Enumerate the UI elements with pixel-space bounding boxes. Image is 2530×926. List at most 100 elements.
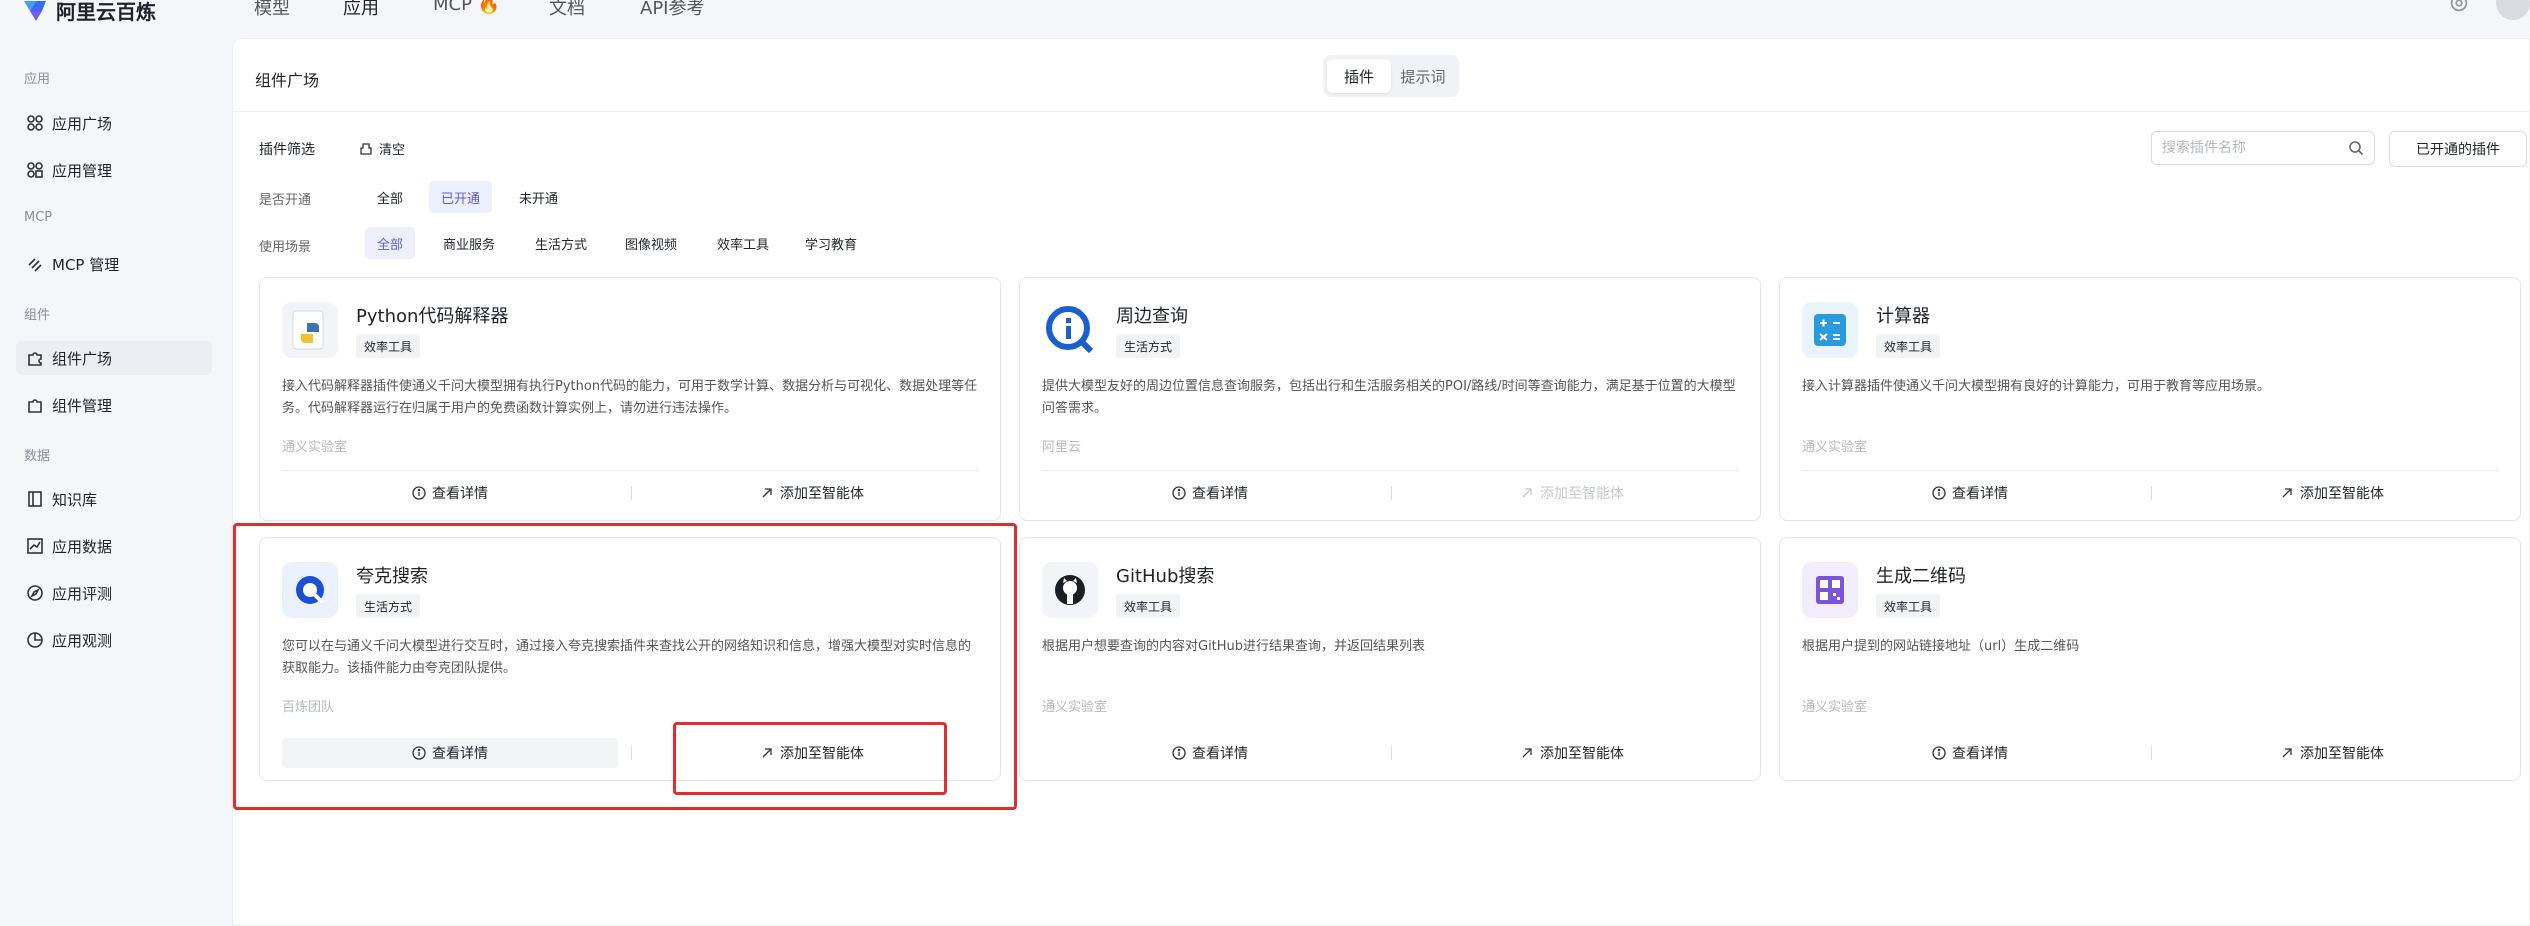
divider xyxy=(1802,470,2500,471)
sidebar-item-app-observe[interactable]: 应用观测 xyxy=(16,623,212,657)
card-title: GitHub搜索 xyxy=(1116,566,1215,587)
plugin-card[interactable]: Python代码解释器 效率工具 接入代码解释器插件使通义千问大模型拥有执行Py… xyxy=(259,277,1001,521)
chip-business[interactable]: 商业服务 xyxy=(431,227,507,259)
chip-all-scene[interactable]: 全部 xyxy=(365,227,416,259)
plugin-card[interactable]: GitHub搜索 效率工具 根据用户想要查询的内容对GitHub进行结果查询，并… xyxy=(1019,537,1761,781)
tab-plugins[interactable]: 插件 xyxy=(1327,59,1391,93)
plugin-card[interactable]: 生成二维码 效率工具 根据用户提到的网站链接地址（url）生成二维码 通义实验室… xyxy=(1779,537,2521,781)
view-details-label: 查看详情 xyxy=(1192,746,1248,762)
filter-row-label: 是否开通 xyxy=(259,193,312,208)
sidebar-item-app-square[interactable]: 应用广场 xyxy=(16,106,212,140)
apps-manage-icon xyxy=(27,162,43,178)
brand-name: 阿里云百炼 xyxy=(56,0,156,24)
sidebar-item-label: 应用管理 xyxy=(52,161,113,180)
nav-apps[interactable]: 应用 xyxy=(343,0,379,20)
puzzle-manage-icon xyxy=(28,399,42,413)
brand-logo[interactable]: 阿里云百炼 xyxy=(22,0,156,25)
add-to-agent-button[interactable]: 添加至智能体 xyxy=(1404,738,1740,768)
chip-image-video[interactable]: 图像视频 xyxy=(613,227,689,259)
sidebar-item-label: 应用数据 xyxy=(52,537,113,556)
sidebar-item-app-data[interactable]: 应用数据 xyxy=(16,529,212,563)
divider xyxy=(631,486,632,500)
sidebar-group-apps: 应用 xyxy=(24,72,51,87)
sidebar-item-component-square[interactable]: 组件广场 xyxy=(16,341,212,375)
chip-lifestyle[interactable]: 生活方式 xyxy=(523,227,599,259)
card-title: 生成二维码 xyxy=(1876,566,1966,587)
clear-button[interactable]: 清空 xyxy=(359,139,405,158)
avatar[interactable] xyxy=(2496,0,2530,20)
add-to-agent-button[interactable]: 添加至智能体 xyxy=(1404,478,1740,508)
add-to-agent-label: 添加至智能体 xyxy=(1540,486,1624,502)
nav-models[interactable]: 模型 xyxy=(254,0,290,20)
tab-prompts[interactable]: 提示词 xyxy=(1391,59,1455,93)
nav-docs[interactable]: 文档 xyxy=(549,0,585,20)
sidebar-item-label: 组件管理 xyxy=(52,396,113,415)
filter-row-label: 使用场景 xyxy=(259,240,312,255)
card-description: 接入计算器插件使通义千问大模型拥有良好的计算能力，可用于教育等应用场景。 xyxy=(1802,379,2271,394)
info-icon xyxy=(1932,746,1946,760)
sidebar-item-app-manage[interactable]: 应用管理 xyxy=(16,153,212,187)
header-divider xyxy=(233,111,2529,112)
arrow-up-right-icon xyxy=(2282,488,2292,498)
python-icon xyxy=(282,302,338,358)
broom-icon xyxy=(360,142,372,155)
view-details-button[interactable]: 查看详情 xyxy=(282,478,618,508)
divider xyxy=(2151,746,2152,760)
category-tag: 效率工具 xyxy=(1876,334,1941,358)
card-source: 通义实验室 xyxy=(1802,700,1868,715)
sidebar-item-label: MCP 管理 xyxy=(52,255,120,274)
sidebar-group-data: 数据 xyxy=(24,449,51,464)
sidebar-item-app-eval[interactable]: 应用评测 xyxy=(16,576,212,610)
card-source: 通义实验室 xyxy=(1042,700,1108,715)
search-box[interactable] xyxy=(2151,131,2375,165)
chart-icon xyxy=(27,538,43,554)
chip-opened[interactable]: 已开通 xyxy=(429,181,493,213)
plugin-card[interactable]: 周边查询 生活方式 提供大模型友好的周边位置信息查询服务，包括出行和生活服务相关… xyxy=(1019,277,1761,521)
card-source: 阿里云 xyxy=(1042,440,1082,455)
category-tag: 效率工具 xyxy=(356,334,421,358)
annotation-box-add-button xyxy=(673,722,947,795)
filter-title: 插件筛选 xyxy=(259,142,315,158)
sidebar-item-mcp-manage[interactable]: MCP 管理 xyxy=(16,247,212,281)
view-details-button[interactable]: 查看详情 xyxy=(1042,738,1378,768)
opened-plugins-button[interactable]: 已开通的插件 xyxy=(2389,131,2527,167)
info-icon xyxy=(1172,746,1186,760)
view-details-button[interactable]: 查看详情 xyxy=(1042,478,1378,508)
arrow-up-right-icon xyxy=(762,488,772,498)
card-description: 根据用户想要查询的内容对GitHub进行结果查询，并返回结果列表 xyxy=(1042,639,1426,654)
view-details-button[interactable]: 查看详情 xyxy=(1802,738,2138,768)
sidebar: 应用 应用广场 应用管理 MCP MCP 管理 组件 组件广场 组件管理 数据 … xyxy=(0,40,230,926)
mcp-icon xyxy=(28,258,42,272)
top-nav: 阿里云百炼 模型 应用 MCP 🔥 文档 API参考 xyxy=(0,0,2530,25)
category-tag: 效率工具 xyxy=(1876,594,1941,618)
view-details-label: 查看详情 xyxy=(1192,486,1248,502)
divider xyxy=(1042,470,1740,471)
card-title: 周边查询 xyxy=(1116,306,1188,327)
add-to-agent-button[interactable]: 添加至智能体 xyxy=(2164,738,2500,768)
chip-unopened[interactable]: 未开通 xyxy=(507,181,570,213)
card-description: 根据用户提到的网站链接地址（url）生成二维码 xyxy=(1802,639,2080,654)
compass-icon xyxy=(27,585,43,601)
info-icon xyxy=(412,486,426,500)
plugin-card[interactable]: 计算器 效率工具 接入计算器插件使通义千问大模型拥有良好的计算能力，可用于教育等… xyxy=(1779,277,2521,521)
view-details-label: 查看详情 xyxy=(432,486,488,502)
sidebar-item-label: 应用观测 xyxy=(52,631,113,650)
search-icon[interactable] xyxy=(2348,140,2364,156)
chip-education[interactable]: 学习教育 xyxy=(793,227,869,259)
sidebar-item-label: 组件广场 xyxy=(52,349,113,368)
calculator-icon xyxy=(1802,302,1858,358)
nav-mcp[interactable]: MCP 🔥 xyxy=(433,0,500,15)
add-to-agent-label: 添加至智能体 xyxy=(2300,746,2384,762)
search-input[interactable] xyxy=(2162,140,2348,156)
add-to-agent-button[interactable]: 添加至智能体 xyxy=(644,478,980,508)
sidebar-item-component-manage[interactable]: 组件管理 xyxy=(16,388,212,422)
gear-icon[interactable] xyxy=(2448,0,2470,14)
chip-efficiency[interactable]: 效率工具 xyxy=(705,227,781,259)
add-to-agent-button[interactable]: 添加至智能体 xyxy=(2164,478,2500,508)
chip-all-status[interactable]: 全部 xyxy=(365,181,415,213)
category-tag: 生活方式 xyxy=(1116,334,1181,358)
nav-api[interactable]: API参考 xyxy=(640,0,704,20)
view-details-button[interactable]: 查看详情 xyxy=(1802,478,2138,508)
sidebar-item-label: 知识库 xyxy=(52,490,98,509)
sidebar-item-knowledge[interactable]: 知识库 xyxy=(16,482,212,516)
